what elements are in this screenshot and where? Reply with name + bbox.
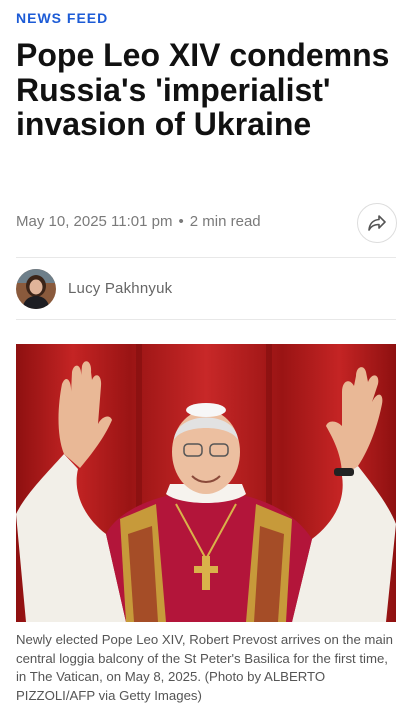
article-meta: May 10, 2025 11:01 pm • 2 min read <box>16 203 397 243</box>
divider-bottom <box>16 319 396 320</box>
divider-top <box>16 257 396 258</box>
share-arrow-icon <box>368 215 386 231</box>
pope-photo <box>16 344 396 622</box>
article-headline: Pope Leo XIV condemns Russia's 'imperial… <box>16 37 390 142</box>
author-avatar[interactable] <box>16 269 56 309</box>
author-byline[interactable]: Lucy Pakhnyuk <box>16 269 396 309</box>
share-button[interactable] <box>357 203 397 243</box>
read-time: 2 min read <box>189 213 261 230</box>
section-label[interactable]: NEWS FEED <box>16 10 108 26</box>
publish-date: May 10, 2025 11:01 pm <box>16 213 173 230</box>
meta-separator: • <box>178 213 184 230</box>
article-page: NEWS FEED Pope Leo XIV condemns Russia's… <box>0 0 412 720</box>
article-hero-image[interactable] <box>16 344 396 622</box>
meta-text: May 10, 2025 11:01 pm • 2 min read <box>16 213 261 230</box>
image-caption: Newly elected Pope Leo XIV, Robert Prevo… <box>16 632 394 703</box>
author-name[interactable]: Lucy Pakhnyuk <box>68 280 172 297</box>
